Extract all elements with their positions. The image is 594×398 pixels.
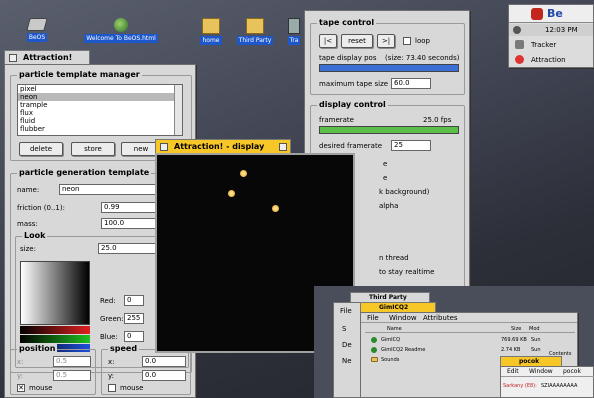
speed-mouse-checkbox[interactable] bbox=[108, 384, 116, 392]
speed-group: speed x: 0.0 y: 0.0 mouse bbox=[101, 344, 191, 395]
menu-window[interactable]: Window bbox=[389, 314, 417, 322]
tracker-window-tab[interactable]: GimICQ2 bbox=[360, 302, 436, 312]
speed-y-field[interactable]: 0.0 bbox=[142, 370, 186, 381]
list-item[interactable]: flubber bbox=[18, 125, 182, 133]
column-header: Name Size Mod bbox=[365, 325, 575, 333]
close-box-icon[interactable] bbox=[160, 143, 168, 151]
file-icon bbox=[371, 337, 377, 343]
blue-field[interactable]: 0 bbox=[124, 331, 144, 342]
be-menu[interactable]: Be bbox=[509, 5, 593, 23]
desktop-icon-third-party[interactable]: Third Party bbox=[230, 18, 280, 45]
tape-position-slider[interactable] bbox=[319, 64, 459, 72]
disk-icon bbox=[26, 18, 48, 31]
third-party-tab[interactable]: Third Party bbox=[350, 292, 430, 302]
folder-icon bbox=[371, 357, 378, 362]
menu-attributes[interactable]: Attributes bbox=[423, 314, 458, 322]
menu-window[interactable]: Window bbox=[529, 368, 553, 375]
particle bbox=[228, 190, 235, 197]
position-mouse-checkbox[interactable]: ✕ bbox=[17, 384, 25, 392]
tracker-menubar: File Window Attributes bbox=[361, 313, 577, 323]
particle bbox=[272, 205, 279, 212]
trash-icon bbox=[288, 18, 300, 34]
framerate-bar bbox=[319, 126, 459, 134]
folder-icon bbox=[246, 18, 264, 34]
attraction-window-tab[interactable]: Attraction! bbox=[4, 50, 90, 64]
menu-file[interactable]: File bbox=[367, 314, 379, 322]
pocok-window: Edit Window pocok Sarkany (E8): SZIAAAAA… bbox=[500, 366, 594, 398]
speed-x-field[interactable]: 0.0 bbox=[142, 356, 186, 367]
desired-framerate-field[interactable]: 25 bbox=[391, 140, 431, 151]
delete-button[interactable]: delete bbox=[19, 142, 63, 156]
clock[interactable]: 12:03 PM bbox=[509, 24, 593, 36]
template-list[interactable]: pixel neon trample flux fluid flubber bbox=[17, 84, 183, 136]
tape-control-group: tape control |< reset >| loop tape displ… bbox=[310, 18, 465, 95]
max-tape-size-field[interactable]: 60.0 bbox=[391, 78, 431, 89]
list-scrollbar[interactable] bbox=[174, 85, 182, 135]
attraction-icon bbox=[515, 55, 524, 64]
desktop-icon-beos[interactable]: BeOS bbox=[22, 18, 52, 42]
color-picker[interactable] bbox=[20, 261, 90, 325]
chat-sender: Sarkany (E8): bbox=[503, 383, 537, 389]
desktop-icon-welcome[interactable]: Welcome To BeOS.html bbox=[76, 18, 166, 43]
position-group: position x: 0.5 y: 0.5 ✕ mouse bbox=[10, 344, 96, 395]
store-button[interactable]: store bbox=[71, 142, 115, 156]
list-item[interactable]: flux bbox=[18, 109, 182, 117]
reset-button[interactable]: reset bbox=[341, 34, 373, 48]
be-logo-text: Be bbox=[547, 7, 563, 20]
deskbar-item-attraction[interactable]: Attraction bbox=[509, 53, 593, 67]
deskbar-item-tracker[interactable]: Tracker bbox=[509, 38, 593, 52]
tray-icon bbox=[513, 26, 521, 34]
close-box-icon[interactable] bbox=[9, 54, 17, 62]
list-item[interactable]: pixel bbox=[18, 85, 182, 93]
red-field[interactable]: 0 bbox=[124, 295, 144, 306]
list-item[interactable]: trample bbox=[18, 101, 182, 109]
position-x-field[interactable]: 0.5 bbox=[53, 356, 91, 367]
folder-icon bbox=[202, 18, 220, 34]
menu-edit[interactable]: Edit bbox=[507, 368, 519, 375]
green-field[interactable]: 255 bbox=[124, 313, 144, 324]
be-logo-icon bbox=[531, 8, 543, 20]
pocok-menubar: Edit Window pocok bbox=[501, 367, 594, 377]
loop-checkbox[interactable] bbox=[403, 37, 411, 45]
table-row[interactable]: GimICQ2 Readme 2.74 KB Sun bbox=[365, 345, 575, 355]
deskbar: Be 12:03 PM Tracker Attraction bbox=[508, 4, 594, 68]
tracker-icon bbox=[515, 40, 524, 49]
particle bbox=[240, 170, 247, 177]
list-item-selected[interactable]: neon bbox=[18, 93, 182, 101]
table-row[interactable]: GimICQ 769.69 KB Sun bbox=[365, 335, 575, 345]
pocok-window-tab[interactable]: pocok bbox=[500, 356, 562, 366]
document-icon bbox=[371, 347, 377, 353]
chat-message: SZIAAAAAAAA bbox=[541, 383, 578, 389]
forward-button[interactable]: >| bbox=[377, 34, 395, 48]
zoom-box-icon[interactable] bbox=[279, 143, 287, 151]
desktop-icon-home[interactable]: home bbox=[196, 18, 226, 45]
desktop-icon-trash[interactable]: Tra bbox=[284, 18, 304, 45]
red-slider[interactable] bbox=[20, 326, 90, 334]
display-window-tab[interactable]: Attraction! - display bbox=[155, 139, 291, 153]
globe-icon bbox=[114, 18, 128, 32]
menu-pocok[interactable]: pocok bbox=[563, 368, 581, 375]
position-y-field[interactable]: 0.5 bbox=[53, 370, 91, 381]
list-item[interactable]: fluid bbox=[18, 117, 182, 125]
green-slider[interactable] bbox=[20, 335, 90, 343]
rewind-button[interactable]: |< bbox=[319, 34, 337, 48]
